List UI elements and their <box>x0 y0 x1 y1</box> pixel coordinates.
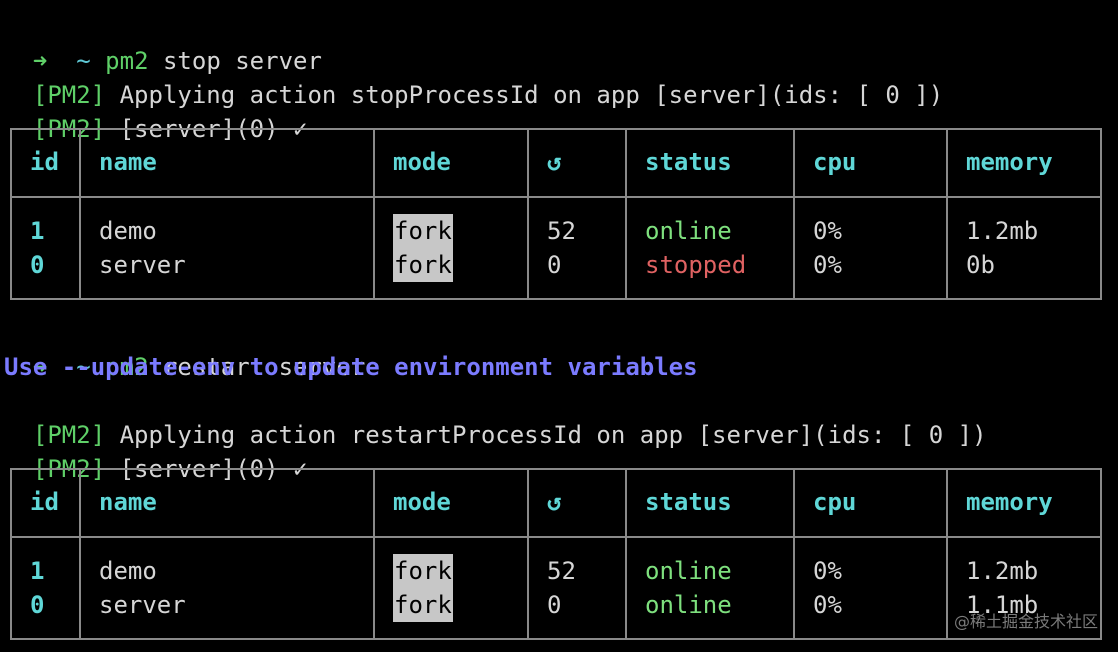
header-mode: mode <box>375 470 529 536</box>
cell-mode: fork <box>393 248 527 282</box>
cell-status: online <box>645 557 732 585</box>
cell-memory: 1.2mb <box>966 217 1039 245</box>
log-line: [PM2] [server](0) ✓ <box>4 418 308 483</box>
header-mode: mode <box>375 130 529 196</box>
header-name: name <box>81 470 375 536</box>
table-header-row: id name mode ↺ status cpu memory <box>12 130 1100 198</box>
cell-restarts: 0 <box>547 251 562 279</box>
cell-restarts: 52 <box>547 557 576 585</box>
cell-id: 1 <box>30 217 45 245</box>
header-restart-icon: ↺ <box>529 130 627 196</box>
header-cpu: cpu <box>795 130 948 196</box>
hint-line: Use --update-env to update environment v… <box>4 353 698 381</box>
mode-badge: fork <box>393 214 453 248</box>
cell-cpu: 0% <box>813 591 842 619</box>
cell-status: stopped <box>645 251 747 279</box>
cell-name: demo <box>99 557 157 585</box>
prompt-line-stop: ➜ ~ pm2 stop server <box>4 10 322 75</box>
prompt-line-restart: ➜ ~ pm2 restart server <box>4 316 365 381</box>
header-memory: memory <box>966 488 1053 516</box>
process-table: id name mode ↺ status cpu memory 1 0 dem… <box>10 128 1102 300</box>
log-line: [PM2] Applying action restartProcessId o… <box>4 384 987 449</box>
cell-mode: fork <box>393 554 527 588</box>
cell-restarts: 0 <box>547 591 562 619</box>
cell-id: 1 <box>30 557 45 585</box>
log-line: [PM2] [server](0) ✓ <box>4 78 308 143</box>
cell-mode: fork <box>393 214 527 248</box>
table-header-row: id name mode ↺ status cpu memory <box>12 470 1100 538</box>
cell-id: 0 <box>30 591 45 619</box>
watermark: @稀土掘金技术社区 <box>953 612 1098 631</box>
cell-status: online <box>645 217 732 245</box>
cell-name: server <box>99 591 186 619</box>
header-id: id <box>12 130 81 196</box>
header-cpu: cpu <box>795 470 948 536</box>
cell-name: server <box>99 251 186 279</box>
header-name: name <box>81 130 375 196</box>
cell-memory: 1.2mb <box>966 557 1039 585</box>
header-memory: memory <box>966 148 1053 176</box>
cell-cpu: 0% <box>813 217 842 245</box>
cell-status: online <box>645 591 732 619</box>
table-body: 1 0 demo server fork fork 52 0 online st… <box>12 198 1100 298</box>
log-line: [PM2] Applying action stopProcessId on a… <box>4 44 943 109</box>
header-status: status <box>627 470 795 536</box>
cell-cpu: 0% <box>813 557 842 585</box>
header-restart-icon: ↺ <box>529 470 627 536</box>
cell-id: 0 <box>30 251 45 279</box>
mode-badge: fork <box>393 554 453 588</box>
header-status: status <box>627 130 795 196</box>
cell-cpu: 0% <box>813 251 842 279</box>
process-table: id name mode ↺ status cpu memory 1 0 dem… <box>10 468 1102 640</box>
cell-name: demo <box>99 217 157 245</box>
cell-memory: 0b <box>966 251 995 279</box>
header-id: id <box>12 470 81 536</box>
cell-mode: fork <box>393 588 527 622</box>
mode-badge: fork <box>393 248 453 282</box>
cell-restarts: 52 <box>547 217 576 245</box>
table-body: 1 0 demo server fork fork 52 0 online on… <box>12 538 1100 638</box>
mode-badge: fork <box>393 588 453 622</box>
